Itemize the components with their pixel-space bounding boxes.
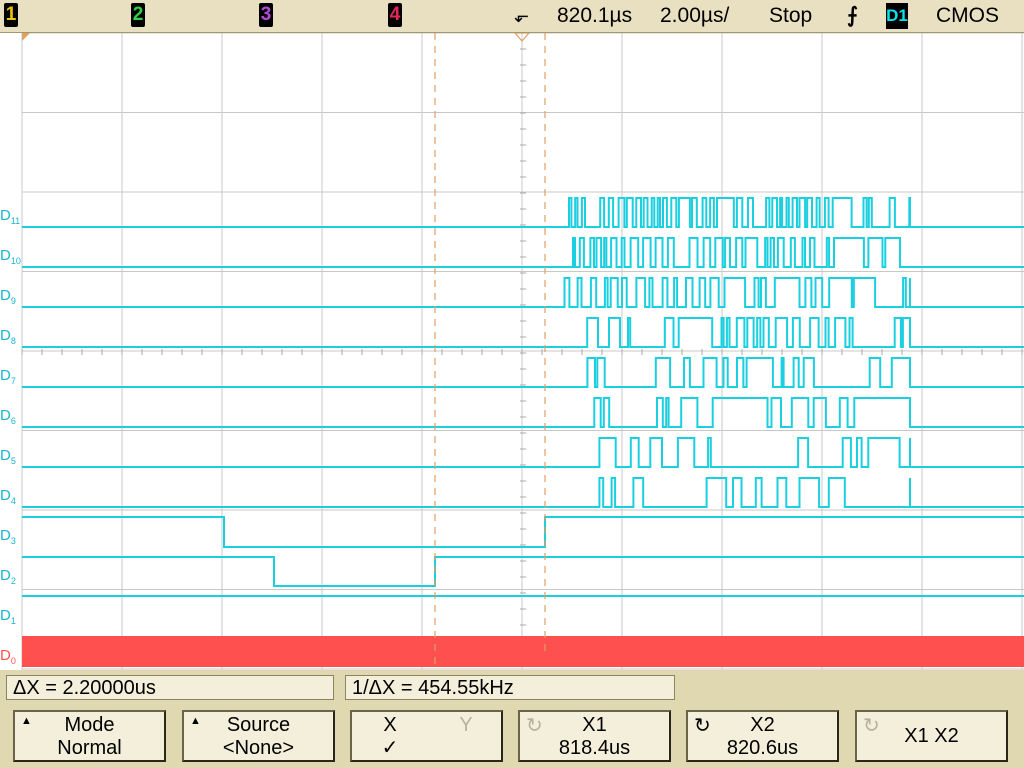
label-d0: D0 — [0, 647, 16, 667]
label-d10: D10 — [0, 247, 21, 267]
run-state[interactable]: Stop — [769, 4, 812, 28]
label-d8: D8 — [0, 327, 16, 347]
digital-traces — [22, 197, 1024, 597]
trace-d3 — [22, 516, 1024, 548]
d0-trace-bar — [22, 636, 1024, 667]
x2-softkey[interactable]: ↻ X2 820.6us — [686, 710, 839, 762]
trigger-source: D1 — [886, 3, 908, 29]
time-scale: 2.00µs/ — [660, 4, 730, 27]
channel-4-indicator[interactable]: 4 — [388, 3, 402, 27]
graticule — [21, 33, 1024, 670]
softkey-panel: ΔX = 2.20000us 1/ΔX = 454.55kHz ▲ Mode N… — [0, 670, 1024, 768]
ground-marker-icon — [22, 33, 30, 41]
logic-threshold: CMOS — [936, 4, 999, 27]
trigger-edge-icon: ⨍ — [847, 4, 858, 27]
status-bar: 1 2 3 4 ⬐ 820.1µs 2.00µs/ Stop ⨍ D1 CMOS — [0, 0, 1024, 33]
trace-d4 — [22, 477, 1024, 508]
label-d7: D7 — [0, 367, 16, 387]
trace-d5 — [22, 437, 1024, 468]
label-d6: D6 — [0, 407, 16, 427]
waveform-display[interactable]: D11 D10 D9 D8 D7 D6 D5 D4 D3 D2 D1 D0 — [0, 33, 1024, 670]
label-d11: D11 — [0, 207, 21, 227]
x1x2-softkey[interactable]: ↻ X1 X2 — [855, 710, 1008, 762]
trace-d9 — [22, 277, 1024, 308]
trigger-position-icon: ⬐ — [514, 6, 530, 26]
x1-softkey[interactable]: ↻ X1 818.4us — [518, 710, 671, 762]
trace-d11 — [22, 197, 1024, 228]
channel-1-indicator[interactable]: 1 — [4, 3, 18, 27]
label-d9: D9 — [0, 287, 16, 307]
label-d1: D1 — [0, 607, 16, 627]
label-d2: D2 — [0, 567, 16, 587]
trace-d6 — [22, 397, 1024, 428]
label-d5: D5 — [0, 447, 16, 467]
label-d3: D3 — [0, 527, 16, 547]
inverse-delta-x-readout: 1/ΔX = 454.55kHz — [345, 675, 675, 700]
source-softkey[interactable]: ▲ Source <None> — [182, 710, 335, 762]
label-d4: D4 — [0, 487, 16, 507]
xy-softkey[interactable]: X Y ✓ — [350, 710, 503, 762]
delta-x-readout: ΔX = 2.20000us — [6, 675, 334, 700]
trace-d10 — [22, 237, 1024, 268]
check-icon: ✓ — [381, 737, 399, 759]
trace-d8 — [22, 317, 1024, 348]
mode-softkey[interactable]: ▲ Mode Normal — [13, 710, 166, 762]
channel-2-indicator[interactable]: 2 — [131, 3, 145, 27]
time-position: 820.1µs — [557, 4, 633, 27]
waveform-canvas — [21, 33, 1024, 670]
channel-3-indicator[interactable]: 3 — [259, 3, 273, 27]
trace-d7 — [22, 357, 1024, 388]
